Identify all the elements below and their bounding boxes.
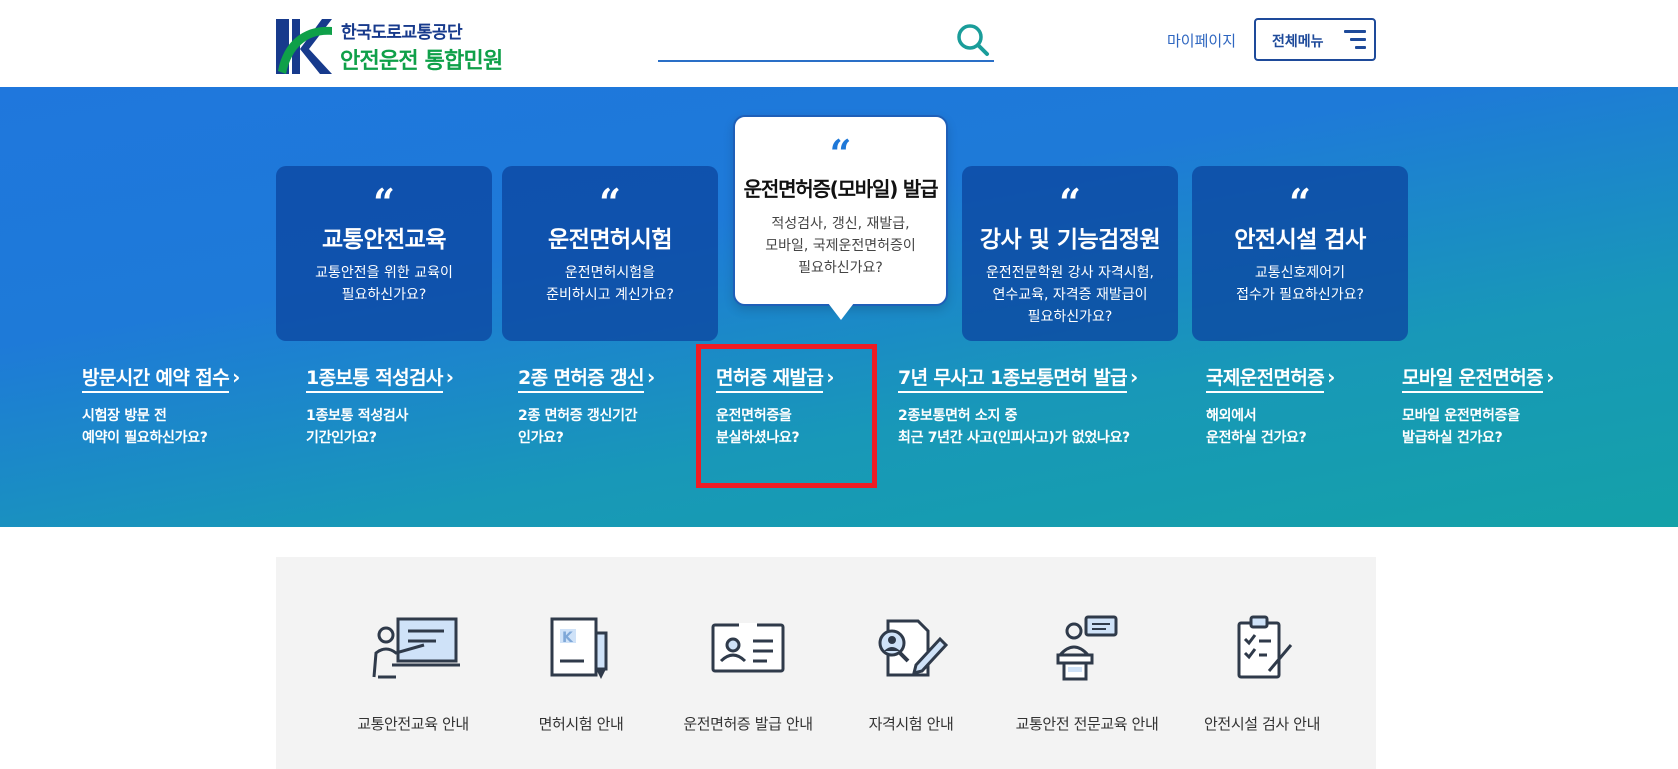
service-label: 교통안전교육 안내 [357, 715, 469, 733]
link-license-reissue[interactable]: 면허증 재발급 › 운전면허증을 분실하셨나요? [716, 363, 835, 449]
link-title: 면허증 재발급 [716, 363, 824, 393]
link-desc: 1종보통 적성검사 기간인가요? [306, 408, 409, 446]
link-7year-accident-free[interactable]: 7년 무사고 1종보통면허 발급 › 2종보통면허 소지 중 최근 7년간 사고(… [898, 363, 1138, 449]
link-title: 모바일 운전면허증 [1402, 363, 1544, 393]
link-title: 방문시간 예약 접수 [82, 363, 230, 393]
speaker-icon [1056, 615, 1118, 681]
service-license-issuance[interactable]: 운전면허증 발급 안내 [653, 615, 843, 745]
search-icon [957, 24, 989, 56]
card-title: 강사 및 기능검정원 [979, 227, 1161, 253]
service-label: 교통안전 전문교육 안내 [1015, 715, 1159, 733]
card-title: 운전면허증(모바일) 발급 [743, 177, 939, 201]
service-label: 운전면허증 발급 안내 [683, 715, 813, 733]
card-title: 안전시설 검사 [1234, 227, 1366, 253]
mypage-link[interactable]: 마이페이지 [1167, 30, 1236, 51]
chevron-right-icon: › [646, 365, 656, 389]
svg-text:K: K [562, 630, 574, 646]
chevron-right-icon: › [445, 365, 455, 389]
card-instructor-examiner[interactable]: “ 강사 및 기능검정원 운전전문학원 강사 자격시험, 연수교육, 자격증 재… [962, 166, 1178, 341]
allmenu-button[interactable]: 전체메뉴 [1254, 18, 1376, 61]
service-professional-education[interactable]: 교통안전 전문교육 안내 [992, 615, 1182, 745]
hamburger-icon [1344, 30, 1366, 50]
site-logo[interactable]: 한국도로교통공단 안전운전 통합민원 [276, 16, 536, 76]
checklist-icon [1237, 615, 1293, 679]
hero-section: “ 교통안전교육 교통안전을 위한 교육이 필요하신가요? “ 운전면허시험 운… [0, 87, 1678, 527]
card-desc: 교통안전을 위한 교육이 필요하신가요? [315, 265, 453, 303]
service-qualification-exam[interactable]: 자격시험 안내 [816, 615, 1006, 745]
card-driving-license-exam[interactable]: “ 운전면허시험 운전면허시험을 준비하시고 계신가요? [502, 166, 718, 341]
service-label: 면허시험 안내 [538, 715, 624, 733]
site-header: 한국도로교통공단 안전운전 통합민원 마이페이지 전체메뉴 [0, 0, 1678, 87]
link-visit-reservation[interactable]: 방문시간 예약 접수 › 시험장 방문 전 예약이 필요하신가요? [82, 363, 240, 449]
site-title: 안전운전 통합민원 [340, 49, 503, 74]
link-desc: 2종 면허증 갱신기간 인가요? [518, 408, 638, 446]
link-international-license[interactable]: 국제운전면허증 › 해외에서 운전하실 건가요? [1206, 363, 1335, 449]
document-pen-icon: K [550, 617, 608, 679]
lecture-icon [372, 617, 460, 679]
link-title: 2종 면허증 갱신 [518, 363, 645, 393]
link-title: 1종보통 적성검사 [306, 363, 443, 393]
chevron-right-icon: › [826, 365, 835, 389]
allmenu-label: 전체메뉴 [1272, 34, 1324, 50]
service-guide-panel: 교통안전교육 안내 K 면허시험 안내 운전면허증 발급 안내 자격시험 안내 … [276, 557, 1376, 769]
card-desc: 교통신호제어기 접수가 필요하신가요? [1236, 265, 1364, 303]
card-title: 운전면허시험 [548, 227, 672, 253]
quote-icon: “ [373, 180, 395, 225]
quote-icon: “ [1059, 180, 1081, 225]
link-desc: 2종보통면허 소지 중 최근 7년간 사고(인피사고)가 없었나요? [898, 408, 1130, 446]
chevron-right-icon: › [1546, 365, 1555, 389]
link-title: 국제운전면허증 [1206, 363, 1325, 393]
link-license-renewal[interactable]: 2종 면허증 갱신 › 2종 면허증 갱신기간 인가요? [518, 363, 655, 449]
quote-icon: “ [599, 180, 621, 225]
service-label: 자격시험 안내 [868, 715, 954, 733]
service-label: 안전시설 검사 안내 [1204, 715, 1320, 733]
link-desc: 해외에서 운전하실 건가요? [1206, 408, 1307, 446]
card-desc: 적성검사, 갱신, 재발급, 모바일, 국제운전면허증이 필요하신가요? [765, 216, 916, 276]
id-card-icon [711, 623, 785, 673]
link-aptitude-test[interactable]: 1종보통 적성검사 › 1종보통 적성검사 기간인가요? [306, 363, 454, 449]
search-button[interactable] [954, 22, 992, 58]
search-bar [658, 20, 994, 62]
org-name: 한국도로교통공단 [341, 23, 463, 43]
service-license-exam[interactable]: K 면허시험 안내 [486, 615, 676, 745]
link-desc: 시험장 방문 전 예약이 필요하신가요? [82, 408, 208, 446]
link-mobile-license[interactable]: 모바일 운전면허증 › 모바일 운전면허증을 발급하실 건가요? [1402, 363, 1554, 449]
exam-icon [878, 619, 949, 677]
chevron-right-icon: › [232, 365, 241, 389]
link-desc: 모바일 운전면허증을 발급하실 건가요? [1402, 408, 1520, 446]
service-traffic-education[interactable]: 교통안전교육 안내 [318, 615, 508, 745]
kotsa-logo-icon [276, 19, 332, 74]
quote-icon: “ [829, 131, 852, 176]
service-facility-inspection[interactable]: 안전시설 검사 안내 [1167, 615, 1357, 745]
card-safety-facility-inspection[interactable]: “ 안전시설 검사 교통신호제어기 접수가 필요하신가요? [1192, 166, 1408, 341]
card-title: 교통안전교육 [322, 227, 446, 253]
card-desc: 운전전문학원 강사 자격시험, 연수교육, 자격증 재발급이 필요하신가요? [986, 265, 1154, 325]
quote-icon: “ [1289, 180, 1311, 225]
card-license-issuance[interactable]: “ 운전면허증(모바일) 발급 적성검사, 갱신, 재발급, 모바일, 국제운전… [733, 115, 948, 306]
chevron-right-icon: › [1129, 365, 1139, 389]
card-desc: 운전면허시험을 준비하시고 계신가요? [546, 265, 674, 303]
card-pointer [828, 303, 854, 320]
chevron-right-icon: › [1327, 365, 1336, 389]
link-title: 7년 무사고 1종보통면허 발급 [898, 363, 1128, 393]
search-input[interactable] [658, 24, 948, 58]
link-desc: 운전면허증을 분실하셨나요? [716, 408, 800, 446]
card-traffic-safety-education[interactable]: “ 교통안전교육 교통안전을 위한 교육이 필요하신가요? [276, 166, 492, 341]
